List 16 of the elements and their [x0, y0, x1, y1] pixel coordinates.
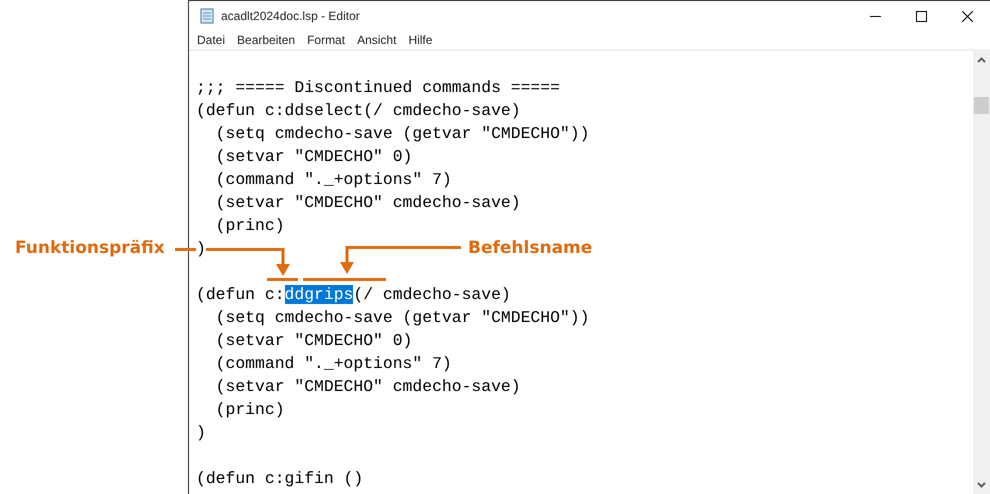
scroll-thumb[interactable] — [974, 97, 989, 114]
bracket-line — [267, 278, 298, 281]
annotation-label: Funktionspräfix — [15, 237, 165, 260]
close-icon — [962, 10, 972, 22]
menu-item[interactable]: Bearbeiten — [231, 31, 302, 49]
notepad-icon — [199, 8, 215, 24]
maximize-icon — [916, 10, 926, 22]
scroll-down-icon[interactable] — [977, 482, 986, 488]
scrollbar[interactable] — [973, 51, 990, 494]
scroll-up-icon[interactable] — [977, 57, 986, 63]
menu-item[interactable]: Datei — [191, 31, 232, 49]
menu-item[interactable]: Format — [301, 31, 352, 49]
menu-item[interactable]: Hilfe — [402, 31, 438, 49]
annotation-label: Befehlsname — [468, 237, 592, 260]
menu-item[interactable]: Ansicht — [351, 31, 402, 49]
window-title: acadlt2024doc.lsp - Editor — [221, 8, 360, 25]
